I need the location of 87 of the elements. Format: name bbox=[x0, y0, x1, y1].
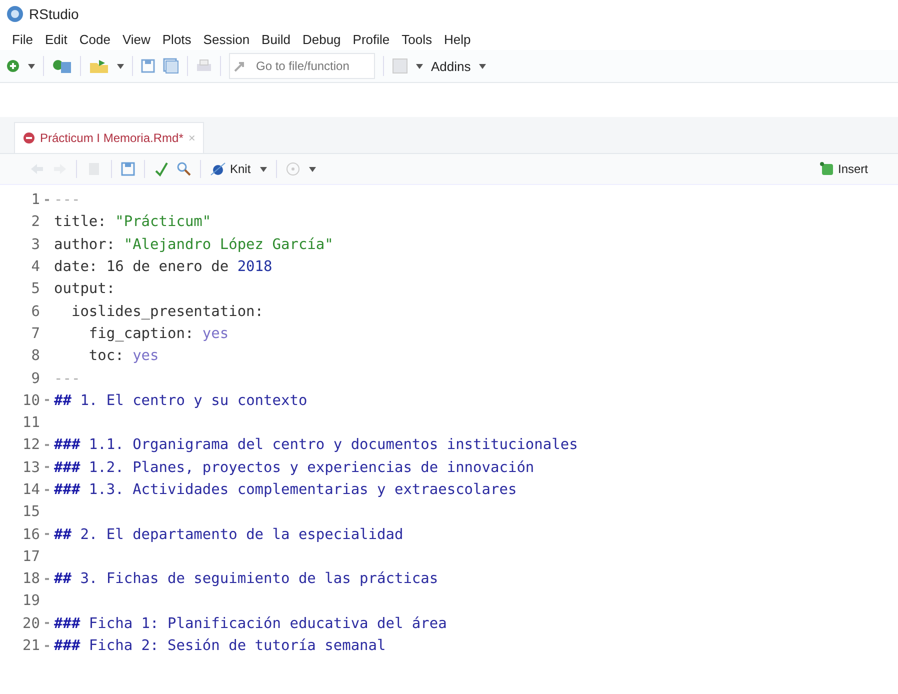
line-number: 5 bbox=[30, 281, 40, 298]
menu-item[interactable]: View bbox=[116, 32, 156, 46]
insert-chunk-button[interactable]: Insert bbox=[820, 162, 868, 176]
search-icon[interactable] bbox=[177, 162, 191, 176]
arrow-icon bbox=[234, 60, 246, 72]
code-line: ### 1.3. Actividades complementarias y extraescolares bbox=[54, 482, 517, 498]
dropdown-caret-icon bbox=[28, 64, 35, 68]
code-line: --- bbox=[54, 192, 80, 208]
line-number: 18 bbox=[22, 571, 40, 588]
print-icon[interactable] bbox=[196, 59, 212, 73]
line-number: 12 bbox=[22, 437, 40, 454]
dropdown-caret-icon bbox=[308, 166, 316, 172]
fold-marker-icon[interactable] bbox=[45, 578, 49, 580]
menu-item[interactable]: Session bbox=[197, 32, 256, 46]
code-line: ## 2. El departamento de la especialidad bbox=[54, 526, 404, 543]
dropdown-caret-icon bbox=[416, 64, 423, 68]
code-line: ### Ficha 2: Sesión de tutoría semanal bbox=[54, 638, 386, 654]
line-number: 11 bbox=[22, 415, 40, 432]
line-number: 8 bbox=[30, 348, 40, 364]
dropdown-caret-icon bbox=[478, 64, 486, 68]
fold-marker-icon[interactable] bbox=[45, 622, 49, 624]
grid-icon[interactable] bbox=[392, 58, 408, 74]
settings-icon[interactable] bbox=[286, 162, 300, 176]
line-number: 1 bbox=[30, 192, 40, 208]
menu-item[interactable]: Profile bbox=[346, 32, 396, 46]
line-number: 17 bbox=[22, 548, 40, 565]
code-line: fig_caption: yes bbox=[88, 326, 229, 342]
line-number: 14 bbox=[22, 482, 40, 498]
dropdown-caret-icon bbox=[117, 64, 124, 68]
menu-item[interactable]: Build bbox=[256, 32, 296, 46]
code-line: ### 1.2. Planes, proyectos y experiencias de innovación bbox=[54, 460, 534, 476]
save-icon[interactable] bbox=[141, 59, 155, 73]
code-line: author: "Alejandro López García" bbox=[54, 236, 334, 253]
menu-item[interactable]: Help bbox=[438, 32, 477, 46]
fold-marker-icon[interactable] bbox=[45, 466, 49, 468]
code-line: ### 1.1. Organigrama del centro y documentos institucionales bbox=[54, 437, 578, 454]
yarn-ball-icon bbox=[210, 162, 226, 176]
code-line: title: "Prácticum" bbox=[54, 214, 212, 230]
menu-item[interactable]: File bbox=[6, 32, 39, 46]
line-number: 21 bbox=[22, 638, 40, 654]
line-number: 9 bbox=[30, 370, 40, 387]
app-logo-icon bbox=[6, 5, 24, 23]
fold-marker-icon[interactable] bbox=[45, 533, 49, 536]
line-number: 7 bbox=[30, 326, 40, 342]
code-chunk-icon bbox=[820, 162, 834, 176]
line-number: 3 bbox=[30, 236, 40, 253]
knit-button[interactable]: Knit bbox=[210, 162, 251, 176]
save-icon[interactable] bbox=[121, 162, 135, 176]
line-number: 6 bbox=[30, 304, 40, 320]
new-project-icon[interactable] bbox=[52, 58, 72, 74]
code-line: --- bbox=[54, 370, 80, 387]
spellcheck-icon[interactable] bbox=[154, 161, 168, 177]
line-number: 16 bbox=[22, 526, 40, 543]
code-line: output: bbox=[54, 281, 116, 298]
code-line: ioslides_presentation: bbox=[70, 304, 264, 320]
menu-item[interactable]: Edit bbox=[38, 32, 74, 46]
dropdown-caret-icon bbox=[260, 166, 267, 172]
tab-label: Prácticum I Memoria.Rmd* bbox=[40, 131, 184, 145]
fold-marker-icon[interactable] bbox=[45, 644, 49, 647]
line-number: 2 bbox=[30, 214, 40, 230]
open-folder-icon[interactable] bbox=[89, 59, 109, 73]
line-number: 13 bbox=[22, 460, 40, 476]
code-line: ## 3. Fichas de seguimiento de las prácticas bbox=[54, 571, 438, 588]
document-icon bbox=[23, 132, 35, 144]
window-title: RStudio bbox=[29, 6, 79, 22]
line-number: 19 bbox=[22, 593, 40, 610]
line-number: 10 bbox=[22, 392, 40, 409]
fold-marker-icon[interactable] bbox=[45, 198, 49, 201]
new-file-icon[interactable] bbox=[6, 59, 20, 73]
fold-marker-icon[interactable] bbox=[45, 444, 49, 446]
menu-item[interactable]: Code bbox=[73, 32, 116, 46]
editor-tab[interactable]: Prácticum I Memoria.Rmd* × bbox=[14, 122, 204, 153]
search-field[interactable]: Go to file/function bbox=[229, 53, 375, 79]
line-number: 4 bbox=[30, 259, 40, 276]
fold-marker-icon[interactable] bbox=[45, 488, 49, 491]
menu-item[interactable]: Plots bbox=[156, 32, 198, 46]
code-line: ## 1. El centro y su contexto bbox=[54, 392, 308, 409]
save-all-icon[interactable] bbox=[163, 58, 179, 74]
menu-item[interactable]: Tools bbox=[396, 32, 438, 46]
menu-item[interactable]: Debug bbox=[296, 32, 347, 46]
line-number: 20 bbox=[22, 616, 40, 632]
code-line: ### Ficha 1: Planificación educativa del área bbox=[54, 616, 447, 632]
addins-button[interactable]: Addins bbox=[431, 58, 471, 74]
code-line: toc: yes bbox=[88, 348, 159, 364]
line-number: 15 bbox=[22, 504, 40, 520]
fold-marker-icon[interactable] bbox=[45, 399, 49, 402]
code-line: date: 16 de enero de 2018 bbox=[54, 259, 272, 276]
